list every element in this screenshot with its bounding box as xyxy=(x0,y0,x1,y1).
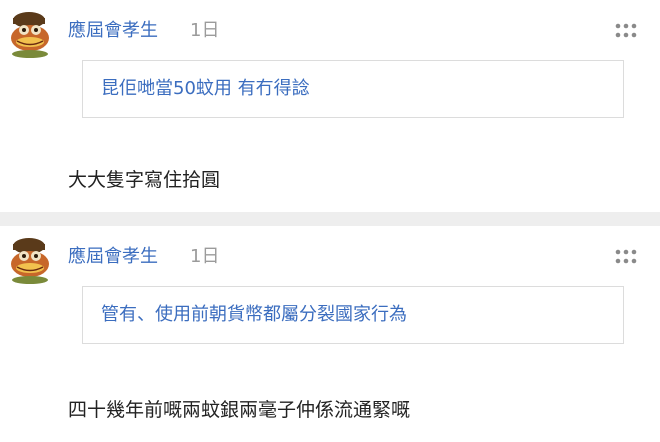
quote-text: 昆佢哋當50蚊用 有冇得諗 xyxy=(101,78,310,99)
more-options-button[interactable] xyxy=(612,22,640,40)
post-separator xyxy=(0,212,660,226)
avatar[interactable] xyxy=(8,12,52,58)
post-body: 大大隻字寫住拾圓 xyxy=(68,169,221,191)
quote-text: 管有、使用前朝貨幣都屬分裂國家行為 xyxy=(101,304,407,325)
timestamp: 1日 xyxy=(190,20,220,41)
avatar[interactable] xyxy=(8,238,52,284)
username-link[interactable]: 應屆會孝生 xyxy=(68,246,158,268)
more-options-button[interactable] xyxy=(612,248,640,266)
frog-avatar-icon xyxy=(11,12,49,58)
post-card: 應屆會孝生 1日 昆佢哋當50蚊用 有冇得諗 大大隻字寫住拾圓 xyxy=(0,0,660,212)
username-link[interactable]: 應屆會孝生 xyxy=(68,20,158,42)
more-dots-icon xyxy=(615,249,637,264)
post-body: 四十幾年前嘅兩蚊銀兩毫子仲係流通緊嘅 xyxy=(68,399,411,421)
more-dots-icon xyxy=(615,23,637,38)
post-card: 應屆會孝生 1日 管有、使用前朝貨幣都屬分裂國家行為 四十幾年前嘅兩蚊銀兩毫子仲… xyxy=(0,226,660,442)
timestamp: 1日 xyxy=(190,246,220,267)
frog-avatar-icon xyxy=(11,238,49,284)
quoted-reply[interactable]: 昆佢哋當50蚊用 有冇得諗 xyxy=(82,60,624,118)
quoted-reply[interactable]: 管有、使用前朝貨幣都屬分裂國家行為 xyxy=(82,286,624,344)
